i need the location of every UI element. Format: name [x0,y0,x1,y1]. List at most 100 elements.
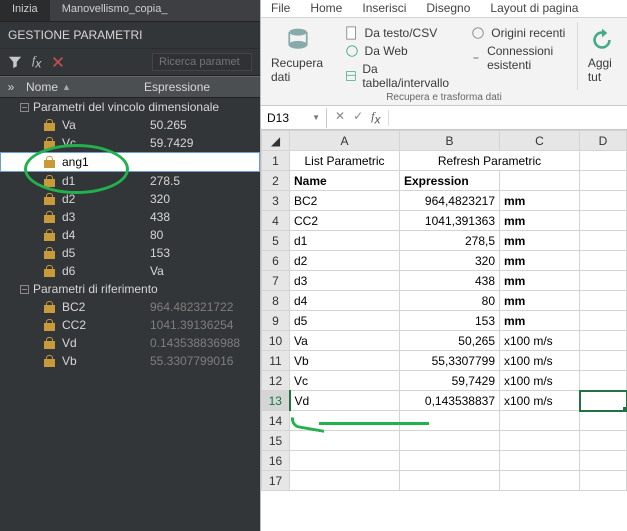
ribbon-tab-layout[interactable]: Layout di pagina [480,0,588,17]
row-header[interactable]: 1 [262,151,290,171]
list-parametric-button[interactable]: List Parametric [290,151,400,171]
cell[interactable] [500,411,580,431]
cell[interactable]: Name [290,171,400,191]
cell[interactable]: mm [500,231,580,251]
cell[interactable]: x100 m/s [500,371,580,391]
from-web[interactable]: Da Web [345,44,452,58]
param-row-editing[interactable] [0,152,260,172]
cell[interactable] [400,411,500,431]
col-header[interactable]: C [500,131,580,151]
select-all[interactable]: ◢ [262,131,290,151]
search-input[interactable] [152,53,252,71]
cell[interactable]: x100 m/s [500,331,580,351]
cell[interactable]: 964,4823217 [400,191,500,211]
col-header[interactable]: A [290,131,400,151]
cell[interactable]: Va [290,331,400,351]
cell[interactable]: 438 [400,271,500,291]
param-row[interactable]: d5153 [0,244,260,262]
cell[interactable]: mm [500,251,580,271]
param-row[interactable]: CC21041.39136254 [0,316,260,334]
cell[interactable]: 59,7429 [400,371,500,391]
filter-icon[interactable] [8,55,22,69]
ribbon-tab-file[interactable]: File [261,0,300,17]
cell[interactable]: mm [500,271,580,291]
param-row[interactable]: Vc59.7429 [0,134,260,152]
col-header[interactable]: B [400,131,500,151]
expand-toggle-icon[interactable]: » [0,80,22,94]
cell[interactable]: mm [500,191,580,211]
tab-document[interactable]: Manovellismo_copia_ [50,0,180,21]
lock-icon [44,355,56,367]
param-row[interactable]: d480 [0,226,260,244]
group-dimensional[interactable]: Parametri del vincolo dimensionale [0,98,260,116]
from-table[interactable]: Da tabella/intervallo [345,62,452,90]
enter-icon[interactable]: ✓ [353,109,363,126]
group-reference[interactable]: Parametri di riferimento [0,280,260,298]
active-cell[interactable] [580,391,627,411]
cell[interactable]: mm [500,291,580,311]
lock-icon [44,229,56,241]
refresh-icon [588,26,616,54]
collapse-icon[interactable] [20,285,29,294]
header-expression[interactable]: Espressione [140,80,260,94]
connections[interactable]: Connessioni esistenti [471,44,567,72]
cell[interactable]: Vd [290,391,400,411]
globe-icon [345,44,359,58]
col-header[interactable]: D [580,131,627,151]
cell[interactable]: 278,5 [400,231,500,251]
cell[interactable]: Vb [290,351,400,371]
cancel-icon[interactable]: ✕ [335,109,345,126]
param-row[interactable]: Vb55.3307799016 [0,352,260,370]
fx-icon[interactable]: fx [32,53,41,70]
tab-start[interactable]: Inizia [0,0,50,21]
cell[interactable]: x100 m/s [500,351,580,371]
cell[interactable]: 320 [400,251,500,271]
param-row[interactable]: Vd0.143538836988 [0,334,260,352]
refresh-all-button[interactable]: Aggi tut [588,22,617,84]
param-name-input[interactable] [62,155,142,169]
cell[interactable]: d2 [290,251,400,271]
cell[interactable]: 0,143538837 [400,391,500,411]
cell[interactable]: d4 [290,291,400,311]
grid: ◢ A B C D 1 List Parametric Refresh Para… [261,130,627,491]
cell[interactable]: 50,265 [400,331,500,351]
cell[interactable]: mm [500,211,580,231]
worksheet[interactable]: ◢ A B C D 1 List Parametric Refresh Para… [261,130,627,531]
cell[interactable]: 55,3307799 [400,351,500,371]
ribbon-tab-insert[interactable]: Inserisci [352,0,416,17]
cell[interactable]: BC2 [290,191,400,211]
fx-icon[interactable]: fx [371,109,380,126]
param-row[interactable]: d3438 [0,208,260,226]
cell[interactable]: mm [500,311,580,331]
ribbon-tab-draw[interactable]: Disegno [416,0,480,17]
from-text-csv[interactable]: Da testo/CSV [345,26,452,40]
cell[interactable]: Expression [400,171,500,191]
cell[interactable]: Vc [290,371,400,391]
param-row[interactable]: d1278.5 [0,172,260,190]
param-row[interactable]: Va50.265 [0,116,260,134]
cell[interactable]: d5 [290,311,400,331]
param-row[interactable]: d6Va [0,262,260,280]
cell[interactable] [500,171,580,191]
param-row[interactable]: BC2964.482321722 [0,298,260,316]
header-name[interactable]: Nome▲ [22,80,140,94]
cell[interactable]: x100 m/s [500,391,580,411]
cell[interactable]: d3 [290,271,400,291]
recent-sources[interactable]: Origini recenti [471,26,567,40]
get-data-button[interactable]: Recupera dati [271,22,325,84]
name-box[interactable]: D13▼ [261,108,327,128]
row-header[interactable]: 2 [262,171,290,191]
delete-icon[interactable] [51,55,65,69]
cell[interactable]: 1041,391363 [400,211,500,231]
cell[interactable] [580,171,627,191]
document-tabs: Inizia Manovellismo_copia_ [0,0,260,22]
ribbon-tab-home[interactable]: Home [300,0,352,17]
cell[interactable]: 153 [400,311,500,331]
collapse-icon[interactable] [20,103,29,112]
param-row[interactable]: d2320 [0,190,260,208]
cell[interactable] [580,151,627,171]
cell[interactable]: 80 [400,291,500,311]
refresh-parametric-button[interactable]: Refresh Parametric [400,151,580,171]
cell[interactable]: CC2 [290,211,400,231]
cell[interactable]: d1 [290,231,400,251]
